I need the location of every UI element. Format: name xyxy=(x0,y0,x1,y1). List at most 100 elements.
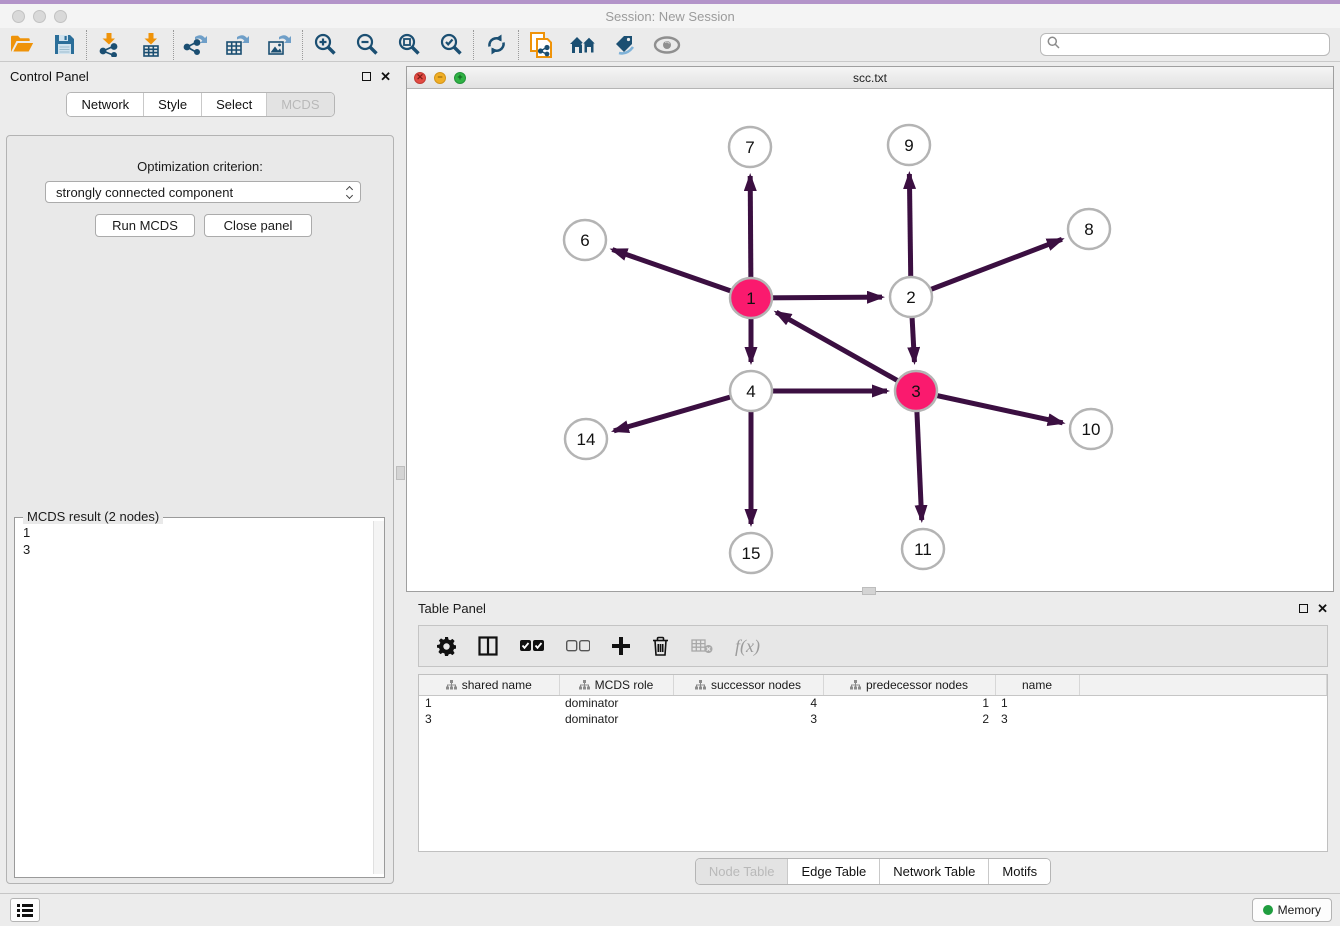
node-label: 10 xyxy=(1082,420,1101,439)
open-session-icon[interactable] xyxy=(8,31,36,59)
zoom-selected-icon[interactable] xyxy=(437,31,465,59)
result-scrollbar[interactable] xyxy=(373,521,384,874)
column-header-name[interactable]: name xyxy=(995,675,1079,695)
control-panel-title: Control Panel xyxy=(10,69,89,84)
column-header-successor-nodes[interactable]: successor nodes xyxy=(673,675,823,695)
float-panel-icon[interactable] xyxy=(1299,604,1308,613)
search-input[interactable] xyxy=(1040,33,1330,56)
node-11[interactable]: 11 xyxy=(902,529,944,569)
deselect-all-icon[interactable] xyxy=(566,640,590,652)
delete-table-icon[interactable] xyxy=(691,638,713,654)
network-view-titlebar[interactable]: ✕ − + scc.txt xyxy=(407,67,1333,89)
node-label: 14 xyxy=(577,430,596,449)
splitter-grip[interactable] xyxy=(862,587,876,595)
node-4[interactable]: 4 xyxy=(730,371,772,411)
node-label: 9 xyxy=(904,136,913,155)
mcds-result-item: 1 xyxy=(23,524,376,541)
tab-network[interactable]: Network xyxy=(67,93,143,116)
node-10[interactable]: 10 xyxy=(1070,409,1112,449)
node-7[interactable]: 7 xyxy=(729,127,771,167)
tab-node-table[interactable]: Node Table xyxy=(696,859,788,884)
optimization-criterion-value: strongly connected component xyxy=(56,185,233,200)
column-header-shared-name[interactable]: shared name xyxy=(419,675,559,695)
network-view-window: ✕ − + scc.txt 7 9 6 8 1 2 4 3 14 10 15 11 xyxy=(406,66,1334,592)
table-panel: Table Panel ✕ xyxy=(406,595,1340,893)
memory-button[interactable]: Memory xyxy=(1252,898,1332,922)
close-panel-icon[interactable]: ✕ xyxy=(1317,602,1328,615)
node-label: 8 xyxy=(1084,220,1093,239)
node-9[interactable]: 9 xyxy=(888,125,930,165)
function-builder-icon[interactable]: f(x) xyxy=(735,636,760,657)
node-label: 7 xyxy=(745,138,754,157)
table-row[interactable]: 3 dominator 3 2 3 xyxy=(419,711,1327,727)
mcds-result-title: MCDS result (2 nodes) xyxy=(23,509,163,524)
edge-2-8[interactable] xyxy=(911,239,1062,297)
edge-3-1[interactable] xyxy=(776,312,916,391)
optimization-criterion-label: Optimization criterion: xyxy=(7,159,393,174)
splitter-grip[interactable] xyxy=(396,466,405,480)
optimization-criterion-select[interactable]: strongly connected component xyxy=(45,181,361,203)
memory-label: Memory xyxy=(1278,903,1321,917)
column-header-predecessor-nodes[interactable]: predecessor nodes xyxy=(823,675,995,695)
run-mcds-button[interactable]: Run MCDS xyxy=(95,214,195,237)
node-label: 11 xyxy=(914,540,932,559)
zoom-out-icon[interactable] xyxy=(353,31,381,59)
zoom-fit-icon[interactable] xyxy=(395,31,423,59)
node-3[interactable]: 3 xyxy=(895,371,937,411)
apply-layout-icon[interactable] xyxy=(482,31,510,59)
node-label: 1 xyxy=(746,289,755,308)
delete-column-icon[interactable] xyxy=(652,636,669,656)
first-neighbors-icon[interactable] xyxy=(569,31,597,59)
node-15[interactable]: 15 xyxy=(730,533,772,573)
export-table-icon[interactable] xyxy=(224,31,252,59)
show-details-icon[interactable] xyxy=(653,31,681,59)
node-6[interactable]: 6 xyxy=(564,220,606,260)
table-toolbar: f(x) xyxy=(418,625,1328,667)
column-chooser-icon[interactable] xyxy=(478,636,498,656)
import-table-icon[interactable] xyxy=(137,31,165,59)
mcds-result-box: MCDS result (2 nodes) 1 3 xyxy=(14,517,385,878)
window-title: Session: New Session xyxy=(0,9,1340,24)
tab-edge-table[interactable]: Edge Table xyxy=(787,859,879,884)
select-all-icon[interactable] xyxy=(520,640,544,652)
node-label: 3 xyxy=(911,382,920,401)
hide-labels-icon[interactable] xyxy=(611,31,639,59)
clone-network-icon[interactable] xyxy=(527,31,555,59)
tab-motifs[interactable]: Motifs xyxy=(988,859,1050,884)
tab-select[interactable]: Select xyxy=(201,93,266,116)
tab-network-table[interactable]: Network Table xyxy=(879,859,988,884)
table-row[interactable]: 1 dominator 4 1 1 xyxy=(419,695,1327,711)
settings-gear-icon[interactable] xyxy=(437,637,456,656)
close-panel-icon[interactable]: ✕ xyxy=(380,70,391,83)
node-14[interactable]: 14 xyxy=(565,419,607,459)
column-header-filler xyxy=(1079,675,1327,695)
tab-mcds[interactable]: MCDS xyxy=(266,93,333,116)
main-toolbar xyxy=(0,28,1340,62)
search-icon xyxy=(1047,36,1060,54)
tab-style[interactable]: Style xyxy=(143,93,201,116)
task-history-button[interactable] xyxy=(10,898,40,922)
node-label: 6 xyxy=(580,231,589,250)
column-header-mcds-role[interactable]: MCDS role xyxy=(559,675,673,695)
node-table[interactable]: shared name MCDS role successor nodes pr… xyxy=(418,674,1328,852)
save-session-icon[interactable] xyxy=(50,31,78,59)
node-1[interactable]: 1 xyxy=(730,278,772,318)
mcds-result-item: 3 xyxy=(23,541,376,558)
float-panel-icon[interactable] xyxy=(362,72,371,81)
node-label: 15 xyxy=(742,544,761,563)
network-canvas[interactable]: 7 9 6 8 1 2 4 3 14 10 15 11 xyxy=(407,89,1333,591)
import-network-icon[interactable] xyxy=(95,31,123,59)
node-8[interactable]: 8 xyxy=(1068,209,1110,249)
mcds-panel: Optimization criterion: strongly connect… xyxy=(6,135,394,884)
zoom-in-icon[interactable] xyxy=(311,31,339,59)
table-panel-title: Table Panel xyxy=(418,601,486,616)
control-panel: Control Panel ✕ Network Style Select MCD… xyxy=(0,62,401,893)
export-network-icon[interactable] xyxy=(182,31,210,59)
table-header-row: shared name MCDS role successor nodes pr… xyxy=(419,675,1327,695)
node-2[interactable]: 2 xyxy=(890,277,932,317)
edge-3-10[interactable] xyxy=(916,391,1063,423)
export-image-icon[interactable] xyxy=(266,31,294,59)
close-panel-button[interactable]: Close panel xyxy=(204,214,312,237)
add-column-icon[interactable] xyxy=(612,637,630,655)
titlebar: Session: New Session xyxy=(0,4,1340,28)
